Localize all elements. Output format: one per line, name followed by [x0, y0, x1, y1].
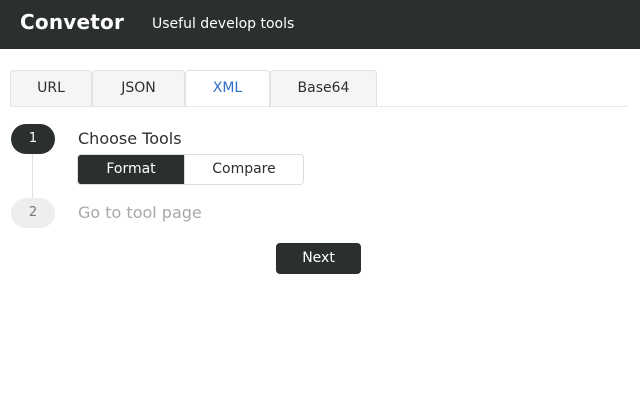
tab-url[interactable]: URL	[10, 70, 92, 106]
tab-xml[interactable]: XML	[185, 70, 270, 107]
top-bar: Convetor Useful develop tools	[0, 0, 640, 49]
compare-option-button[interactable]: Compare	[184, 155, 303, 184]
step-connector	[32, 154, 33, 198]
step-1-title: Choose Tools	[78, 129, 182, 148]
step-2-indicator: 2	[11, 198, 55, 228]
format-option-button[interactable]: Format	[78, 155, 184, 184]
next-button[interactable]: Next	[276, 243, 361, 274]
tool-selector: Format Compare	[77, 154, 304, 185]
step-2-title: Go to tool page	[78, 203, 202, 222]
step-1-indicator: 1	[11, 124, 55, 154]
app-brand[interactable]: Convetor	[20, 10, 124, 34]
tab-json[interactable]: JSON	[92, 70, 185, 106]
tabs-divider	[10, 106, 628, 107]
tab-base64[interactable]: Base64	[270, 70, 377, 106]
app-tagline: Useful develop tools	[152, 16, 295, 32]
